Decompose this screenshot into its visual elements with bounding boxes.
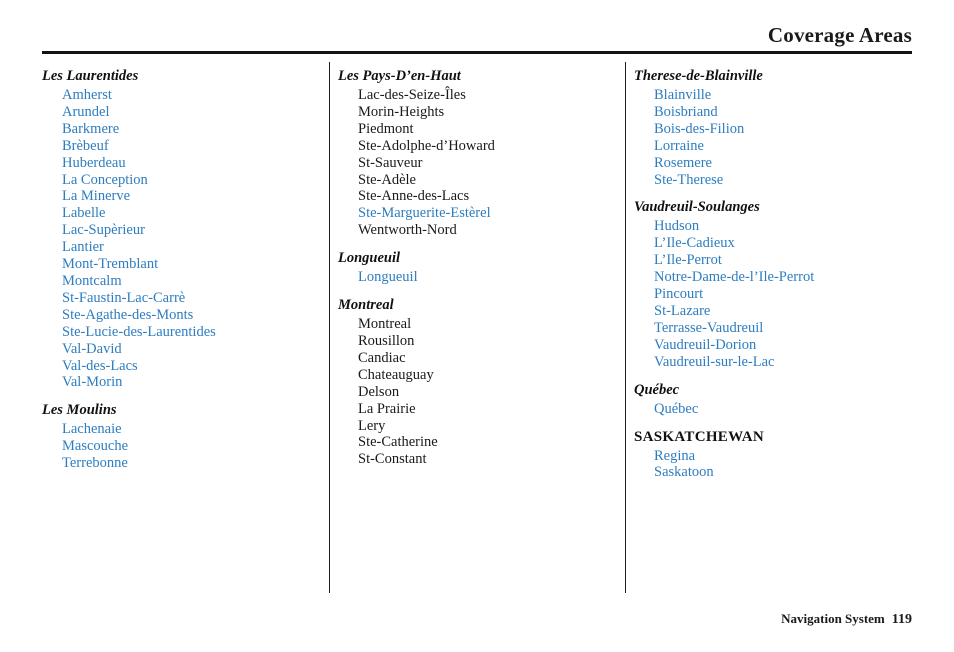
page-header: Coverage Areas xyxy=(42,22,912,54)
city-list-item[interactable]: Brèbeuf xyxy=(62,138,329,155)
city-list: Blainville Boisbriand Bois-des-Filion Lorra… xyxy=(634,87,912,188)
page-title: Coverage Areas xyxy=(767,23,912,47)
city-list: Longueuil xyxy=(338,269,625,286)
coverage-group: Vaudreuil-Soulanges Hudson L’Ile-Cadieux L’… xyxy=(634,197,912,370)
city-list: Québec xyxy=(634,401,912,418)
city-list-item[interactable]: Vaudreuil-sur-le-Lac xyxy=(654,354,912,371)
city-list-item[interactable]: Mascouche xyxy=(62,438,329,455)
city-list-item[interactable]: Lery xyxy=(358,418,625,435)
city-list-item[interactable]: La Minerve xyxy=(62,188,329,205)
city-list-item[interactable]: St-Lazare xyxy=(654,303,912,320)
city-list-item[interactable]: Ste-Catherine xyxy=(358,434,625,451)
region-heading: Montreal xyxy=(338,297,394,314)
city-list-item[interactable]: Rousillon xyxy=(358,333,625,350)
city-list-item[interactable]: Ste-Agathe-des-Monts xyxy=(62,307,329,324)
city-list-item[interactable]: Boisbriand xyxy=(654,104,912,121)
city-list-item[interactable]: Vaudreuil-Dorion xyxy=(654,337,912,354)
city-list-item[interactable]: Bois-des-Filion xyxy=(654,121,912,138)
city-list-item[interactable]: Rosemere xyxy=(654,155,912,172)
city-list-item[interactable]: L’Ile-Cadieux xyxy=(654,235,912,252)
city-list-item[interactable]: Lorraine xyxy=(654,138,912,155)
city-list-item[interactable]: Labelle xyxy=(62,205,329,222)
coverage-column-1: Les Laurentides Amherst Arundel Barkmere Brè… xyxy=(42,66,329,596)
coverage-group: Les Moulins Lachenaie Mascouche Terrebonne xyxy=(42,400,329,472)
city-list-item[interactable]: Montcalm xyxy=(62,273,329,290)
city-list-item[interactable]: St-Constant xyxy=(358,451,625,468)
city-list-item[interactable]: Ste-Lucie-des-Laurentides xyxy=(62,324,329,341)
city-list-item[interactable]: Ste-Anne-des-Lacs xyxy=(358,188,625,205)
city-list-item[interactable]: Ste-Marguerite-Estèrel xyxy=(358,205,625,222)
city-list-item[interactable]: La Conception xyxy=(62,172,329,189)
province-heading: SASKATCHEWAN xyxy=(634,428,765,445)
city-list-item[interactable]: Montreal xyxy=(358,316,625,333)
city-list: Hudson L’Ile-Cadieux L’Ile-Perrot Notre-Dam… xyxy=(634,218,912,370)
region-heading: Les Laurentides xyxy=(42,68,139,84)
city-list-item[interactable]: Lachenaie xyxy=(62,421,329,438)
coverage-group: Les Pays-D’en-Haut Lac-des-Seize-Îles Mori… xyxy=(338,66,625,239)
city-list-item[interactable]: Lac-des-Seize-Îles xyxy=(358,87,625,104)
city-list-item[interactable]: St-Sauveur xyxy=(358,155,625,172)
city-list-item[interactable]: Huberdeau xyxy=(62,155,329,172)
city-list: Amherst Arundel Barkmere Brèbeuf Huberdeau La… xyxy=(42,87,329,391)
city-list-item[interactable]: Morin-Heights xyxy=(358,104,625,121)
column-divider-2 xyxy=(625,62,626,593)
city-list-item[interactable]: Val-des-Lacs xyxy=(62,358,329,375)
city-list-item[interactable]: Blainville xyxy=(654,87,912,104)
page-footer: Navigation System 119 xyxy=(42,610,912,632)
city-list-item[interactable]: Ste-Therese xyxy=(654,172,912,189)
city-list-item[interactable]: Terrasse-Vaudreuil xyxy=(654,320,912,337)
city-list: Montreal Rousillon Candiac Chateauguay Delso… xyxy=(338,316,625,468)
footer-content: Navigation System 119 xyxy=(781,610,912,629)
city-list-item[interactable]: Regina xyxy=(654,448,912,465)
coverage-group: Les Laurentides Amherst Arundel Barkmere Brè… xyxy=(42,66,329,391)
city-list: Regina Saskatoon xyxy=(634,448,912,482)
footer-page-number: 119 xyxy=(891,612,912,627)
region-heading: Les Pays-D’en-Haut xyxy=(338,68,461,84)
city-list-item[interactable]: Arundel xyxy=(62,104,329,121)
city-list-item[interactable]: Longueuil xyxy=(358,269,625,286)
coverage-group: Therese-de-Blainville Blainville Boisbrian… xyxy=(634,66,912,188)
region-heading: Vaudreuil-Soulanges xyxy=(634,199,760,216)
city-list-item[interactable]: Notre-Dame-de-l’Ile-Perrot xyxy=(654,269,912,286)
coverage-group: Longueuil Longueuil xyxy=(338,248,625,286)
city-list-item[interactable]: St-Faustin-Lac-Carrè xyxy=(62,290,329,307)
coverage-column-2: Les Pays-D’en-Haut Lac-des-Seize-Îles Mori… xyxy=(338,66,625,596)
coverage-column-3: Therese-de-Blainville Blainville Boisbrian… xyxy=(634,66,912,596)
city-list-item[interactable]: Wentworth-Nord xyxy=(358,222,625,239)
coverage-group: Montreal Montreal Rousillon Candiac Chateaug… xyxy=(338,295,625,468)
coverage-group: SASKATCHEWAN Regina Saskatoon xyxy=(634,427,912,482)
footer-label: Navigation System xyxy=(781,611,885,626)
city-list-item[interactable]: Val-David xyxy=(62,341,329,358)
city-list-item[interactable]: Chateauguay xyxy=(358,367,625,384)
coverage-columns: Les Laurentides Amherst Arundel Barkmere Brè… xyxy=(42,62,912,596)
city-list: Lac-des-Seize-Îles Morin-Heights Piedmont S… xyxy=(338,87,625,239)
region-heading: Therese-de-Blainville xyxy=(634,68,763,84)
region-heading: Québec xyxy=(634,381,680,398)
city-list-item[interactable]: Candiac xyxy=(358,350,625,367)
city-list-item[interactable]: Lantier xyxy=(62,239,329,256)
city-list-item[interactable]: Saskatoon xyxy=(654,464,912,481)
column-divider-1 xyxy=(329,62,330,593)
city-list-item[interactable]: Delson xyxy=(358,384,625,401)
coverage-group: Québec Québec xyxy=(634,380,912,418)
city-list-item[interactable]: Val-Morin xyxy=(62,374,329,391)
city-list-item[interactable]: Lac-Supèrieur xyxy=(62,222,329,239)
city-list-item[interactable]: Hudson xyxy=(654,218,912,235)
city-list-item[interactable]: Barkmere xyxy=(62,121,329,138)
city-list-item[interactable]: Pincourt xyxy=(654,286,912,303)
city-list-item[interactable]: Québec xyxy=(654,401,912,418)
city-list-item[interactable]: L’Ile-Perrot xyxy=(654,252,912,269)
city-list-item[interactable]: Ste-Adèle xyxy=(358,172,625,189)
city-list: Lachenaie Mascouche Terrebonne xyxy=(42,421,329,472)
region-heading: Les Moulins xyxy=(42,402,117,419)
city-list-item[interactable]: Piedmont xyxy=(358,121,625,138)
region-heading: Longueuil xyxy=(338,250,401,267)
city-list-item[interactable]: Ste-Adolphe-d’Howard xyxy=(358,138,625,155)
city-list-item[interactable]: Amherst xyxy=(62,87,329,104)
header-horizontal-rule xyxy=(42,51,912,54)
city-list-item[interactable]: Terrebonne xyxy=(62,455,329,472)
city-list-item[interactable]: La Prairie xyxy=(358,401,625,418)
city-list-item[interactable]: Mont-Tremblant xyxy=(62,256,329,273)
